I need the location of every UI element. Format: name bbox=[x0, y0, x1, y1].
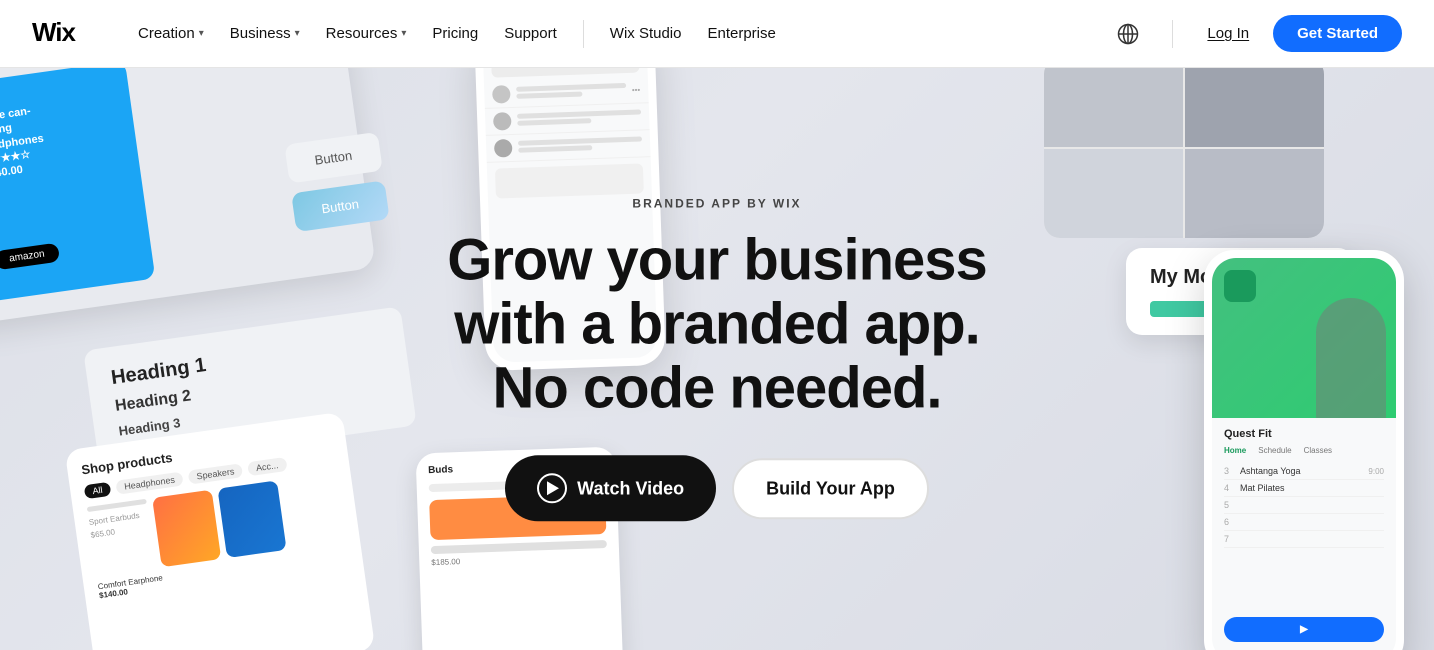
shop-products-mockup: Shop products All Headphones Speakers Ac… bbox=[65, 412, 376, 650]
chevron-down-icon: ▾ bbox=[401, 28, 406, 39]
quest-fit-phone-mockup: Quest Fit Home Schedule Classes 3 Ashtan… bbox=[1204, 250, 1404, 650]
wix-logo-text: Wix bbox=[32, 15, 92, 52]
login-button[interactable]: Log In bbox=[1199, 21, 1257, 46]
navbar: Wix Creation ▾ Business ▾ Resources ▾ Pr… bbox=[0, 0, 1434, 68]
nav-divider-right bbox=[1172, 20, 1173, 48]
nav-item-business[interactable]: Business ▾ bbox=[220, 17, 310, 50]
hero-section: Noise can-cellingheadphones★★★★☆$140.00 … bbox=[0, 68, 1434, 650]
button-elements-mockup: Button Button bbox=[284, 132, 389, 232]
watch-video-button[interactable]: Watch Video bbox=[505, 456, 716, 522]
get-started-button[interactable]: Get Started bbox=[1273, 15, 1402, 52]
nav-item-pricing[interactable]: Pricing bbox=[422, 17, 488, 50]
nav-item-support[interactable]: Support bbox=[494, 17, 567, 50]
nav-divider bbox=[583, 20, 584, 48]
photo-collage-mockup bbox=[1044, 68, 1324, 238]
nav-item-wix-studio[interactable]: Wix Studio bbox=[600, 17, 692, 50]
build-your-app-button[interactable]: Build Your App bbox=[732, 458, 929, 519]
logo[interactable]: Wix bbox=[32, 15, 92, 52]
navbar-right: Log In Get Started bbox=[1110, 15, 1402, 52]
hero-cta-buttons: Watch Video Build Your App bbox=[447, 456, 987, 522]
hero-title: Grow your business with a branded app. N… bbox=[447, 228, 987, 419]
chevron-down-icon: ▾ bbox=[295, 28, 300, 39]
hero-content: BRANDED APP BY WIX Grow your business wi… bbox=[447, 196, 987, 521]
language-selector-button[interactable] bbox=[1110, 16, 1146, 52]
nav-item-creation[interactable]: Creation ▾ bbox=[128, 17, 214, 50]
nav-item-enterprise[interactable]: Enterprise bbox=[697, 17, 785, 50]
hero-eyebrow: BRANDED APP BY WIX bbox=[447, 196, 987, 210]
play-icon bbox=[537, 474, 567, 504]
chevron-down-icon: ▾ bbox=[199, 28, 204, 39]
main-nav: Creation ▾ Business ▾ Resources ▾ Pricin… bbox=[128, 17, 1110, 50]
svg-text:Wix: Wix bbox=[32, 17, 77, 45]
nav-item-resources[interactable]: Resources ▾ bbox=[316, 17, 417, 50]
